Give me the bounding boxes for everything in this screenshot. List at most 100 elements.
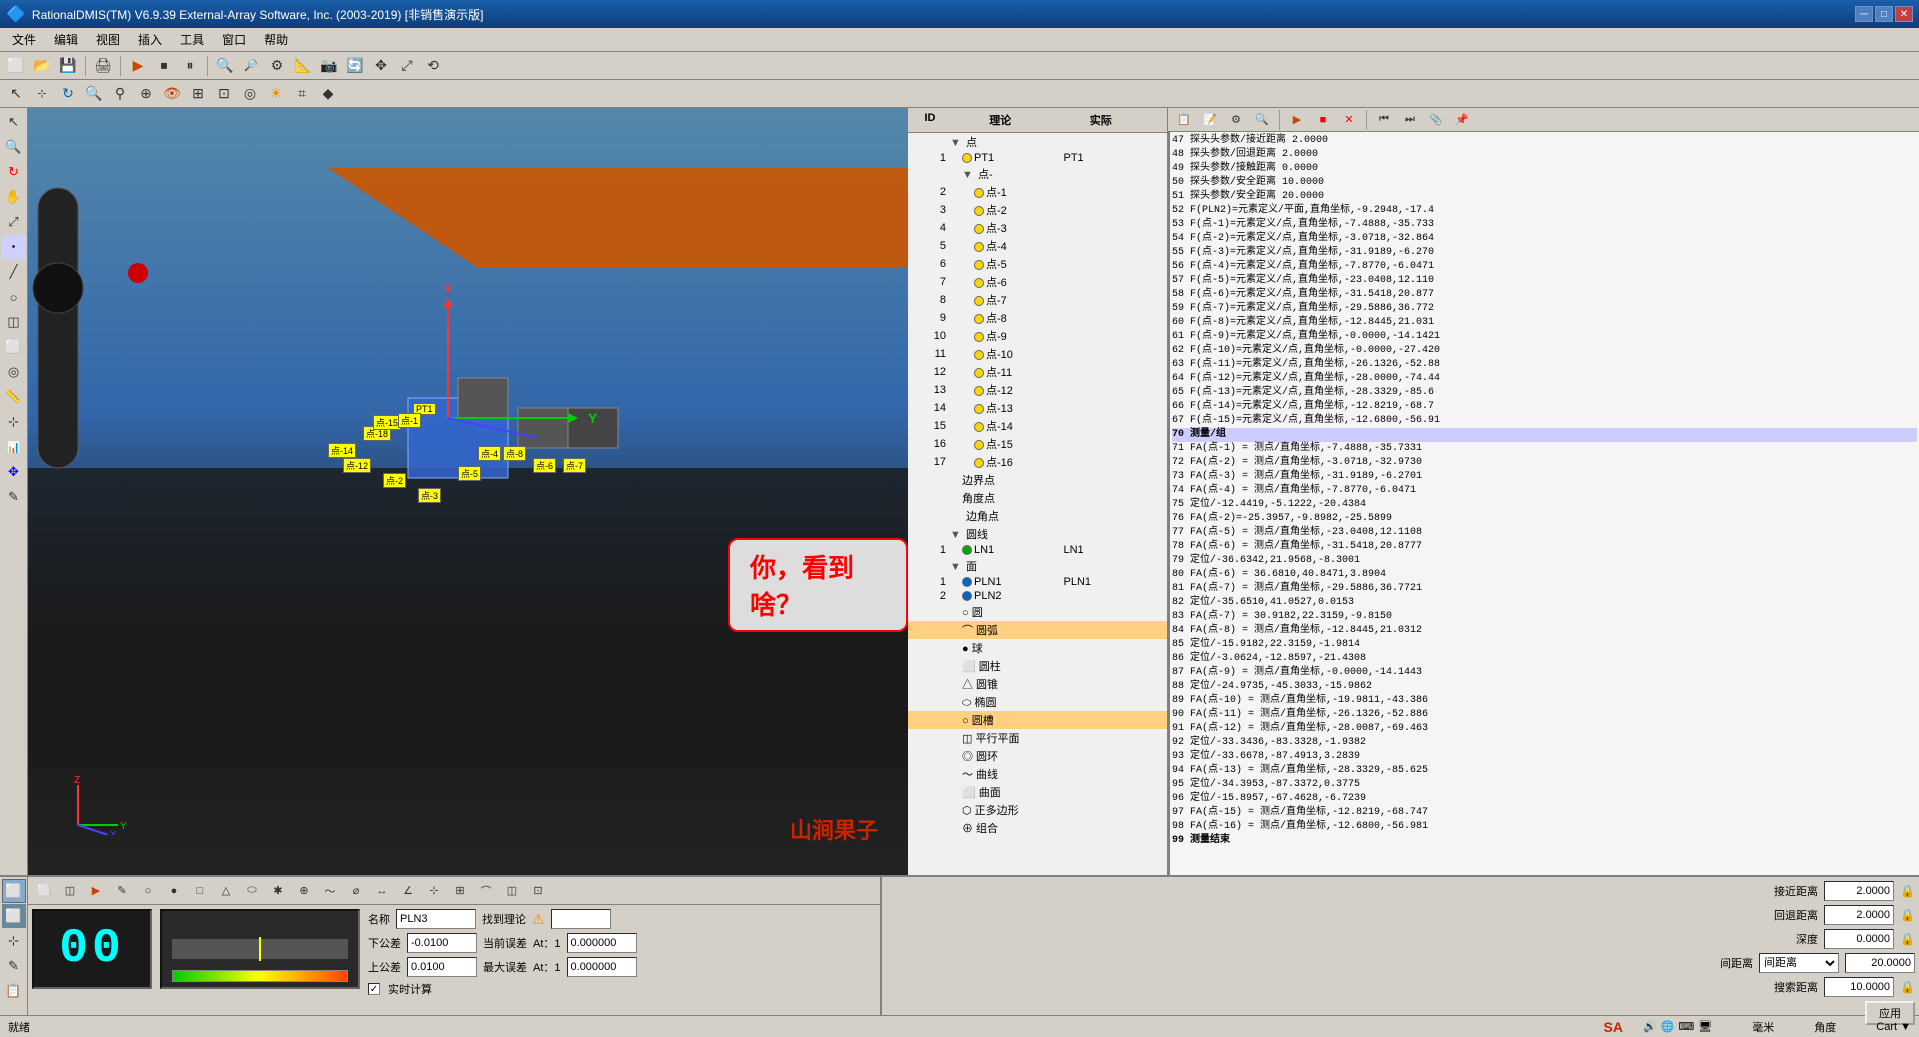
tree-row-polygon[interactable]: ⬡ 正多边形 bbox=[908, 801, 1167, 819]
eyedrop-button[interactable]: 🔍 bbox=[82, 83, 106, 105]
select-button[interactable]: ⊹ bbox=[30, 83, 54, 105]
tree-row-ball[interactable]: ● 球 bbox=[908, 639, 1167, 657]
pause-button[interactable]: ⏸ bbox=[178, 55, 202, 77]
tree-row-p11[interactable]: 11点-10 bbox=[908, 345, 1167, 363]
tree-row-cylinder[interactable]: ⬜ 圆柱 bbox=[908, 657, 1167, 675]
measure-button[interactable]: 📐 bbox=[291, 55, 315, 77]
tree-row-edge[interactable]: 边角点 bbox=[908, 507, 1167, 525]
bi-run[interactable]: ▶ bbox=[84, 880, 108, 902]
tree-row-combo[interactable]: ⊕ 组合 bbox=[908, 819, 1167, 837]
tree-row-p8[interactable]: 8点-7 bbox=[908, 291, 1167, 309]
print-button[interactable]: 🖨 bbox=[91, 55, 115, 77]
transform-button[interactable]: ⟲ bbox=[421, 55, 445, 77]
settings-button[interactable]: ⚙ bbox=[265, 55, 289, 77]
move-button[interactable]: ✥ bbox=[369, 55, 393, 77]
lt-circle[interactable]: ○ bbox=[2, 285, 26, 309]
tree-row-p16[interactable]: 16点-15 bbox=[908, 435, 1167, 453]
layer-button[interactable]: ◎ bbox=[238, 83, 262, 105]
tree-row-ln1[interactable]: 1LN1LN1 bbox=[908, 543, 1167, 557]
lower-tol-input[interactable] bbox=[407, 933, 477, 953]
cursor-button[interactable]: ↖ bbox=[4, 83, 28, 105]
tree-row-slot[interactable]: ○ 圆槽 bbox=[908, 711, 1167, 729]
blt-2[interactable]: ⬜ bbox=[2, 904, 26, 928]
lt-report[interactable]: 📊 bbox=[2, 435, 26, 459]
tree-row-p5[interactable]: 5点-4 bbox=[908, 237, 1167, 255]
light-button[interactable]: ☀ bbox=[264, 83, 288, 105]
tree-row-p7[interactable]: 7点-6 bbox=[908, 273, 1167, 291]
new-button[interactable]: ⬜ bbox=[4, 55, 28, 77]
log-tb-6[interactable]: ⏭ bbox=[1398, 109, 1422, 131]
log-tb-5[interactable]: ⏮ bbox=[1372, 109, 1396, 131]
save-button[interactable]: 💾 bbox=[56, 55, 80, 77]
tree-row-arc[interactable]: ⌒ 圆弧 bbox=[908, 621, 1167, 639]
refresh-button[interactable]: ↻ bbox=[56, 83, 80, 105]
menu-insert[interactable]: 插入 bbox=[130, 29, 170, 50]
bi-rect[interactable]: □ bbox=[188, 880, 212, 902]
bi-dot[interactable]: ● bbox=[162, 880, 186, 902]
bi-scan[interactable]: ⊡ bbox=[526, 880, 550, 902]
scale-button[interactable]: ⤢ bbox=[395, 55, 419, 77]
menu-window[interactable]: 窗口 bbox=[214, 29, 254, 50]
bi-spiral[interactable]: ⌀ bbox=[344, 880, 368, 902]
tree-row-lines[interactable]: ▼ 圆线 bbox=[908, 525, 1167, 543]
realtime-checkbox[interactable] bbox=[368, 983, 380, 995]
bi-star[interactable]: ✱ bbox=[266, 880, 290, 902]
open-button[interactable]: 📂 bbox=[30, 55, 54, 77]
log-panel[interactable]: 47 探头头参数/接近距离 2.0000 48 探头参数/回退距离 2.0000… bbox=[1168, 132, 1919, 875]
blt-3[interactable]: ⊹ bbox=[2, 929, 26, 953]
bi-dim[interactable]: ⊹ bbox=[422, 880, 446, 902]
bi-ellipse[interactable]: ⬭ bbox=[240, 880, 264, 902]
bi-measure[interactable]: ↔ bbox=[370, 880, 394, 902]
log-tb-search[interactable]: 🔍 bbox=[1250, 109, 1274, 131]
tree-row-p13[interactable]: 13点-12 bbox=[908, 381, 1167, 399]
bi-angle[interactable]: ∠ bbox=[396, 880, 420, 902]
lt-rotate[interactable]: ↻ bbox=[2, 160, 26, 184]
rotate-button[interactable]: 🔄 bbox=[343, 55, 367, 77]
tree-row-p17[interactable]: 17点-16 bbox=[908, 453, 1167, 471]
zoom-in-button[interactable]: 🔎 bbox=[239, 55, 263, 77]
tree-row-pln1[interactable]: 1PLN1PLN1 bbox=[908, 575, 1167, 589]
tree-row-planes[interactable]: ▼ 面 bbox=[908, 557, 1167, 575]
log-tb-2[interactable]: 📝 bbox=[1198, 109, 1222, 131]
view3d-button[interactable]: 👁 bbox=[160, 83, 184, 105]
current-error-input[interactable] bbox=[567, 933, 637, 953]
tree-row-p10[interactable]: 10点-9 bbox=[908, 327, 1167, 345]
lt-fit[interactable]: ⤢ bbox=[2, 210, 26, 234]
tree-row-points-sub[interactable]: ▼ 点- bbox=[908, 165, 1167, 183]
bi-wave[interactable]: 〜 bbox=[318, 880, 342, 902]
tree-row-ellipse[interactable]: ⬭ 椭圆 bbox=[908, 693, 1167, 711]
log-tb-8[interactable]: 📌 bbox=[1450, 109, 1474, 131]
lt-dim[interactable]: ⊹ bbox=[2, 410, 26, 434]
tree-row-surface[interactable]: ⬜ 曲面 bbox=[908, 783, 1167, 801]
bi-2[interactable]: ◫ bbox=[58, 880, 82, 902]
lt-move[interactable]: ✥ bbox=[2, 460, 26, 484]
range-input[interactable] bbox=[1845, 953, 1915, 973]
run-button[interactable]: ▶ bbox=[126, 55, 150, 77]
log-tb-7[interactable]: 📎 bbox=[1424, 109, 1448, 131]
log-tb-1[interactable]: 📋 bbox=[1172, 109, 1196, 131]
log-tb-run[interactable]: ▶ bbox=[1285, 109, 1309, 131]
blt-1[interactable]: ⬜ bbox=[2, 879, 26, 903]
menu-edit[interactable]: 编辑 bbox=[46, 29, 86, 50]
lt-sphere[interactable]: ◎ bbox=[2, 360, 26, 384]
max-error-input[interactable] bbox=[567, 957, 637, 977]
bi-cross[interactable]: ⊕ bbox=[292, 880, 316, 902]
tree-row-corner[interactable]: 角度点 bbox=[908, 489, 1167, 507]
tree-row-p6[interactable]: 6点-5 bbox=[908, 255, 1167, 273]
lt-pan[interactable]: ✋ bbox=[2, 185, 26, 209]
grid-button[interactable]: ⊞ bbox=[186, 83, 210, 105]
lt-line[interactable]: ╱ bbox=[2, 260, 26, 284]
menu-help[interactable]: 帮助 bbox=[256, 29, 296, 50]
tree-row-p4[interactable]: 4点-3 bbox=[908, 219, 1167, 237]
align-button[interactable]: ⊕ bbox=[134, 83, 158, 105]
lt-plane[interactable]: ◫ bbox=[2, 310, 26, 334]
tree-row-boundary[interactable]: 边界点 bbox=[908, 471, 1167, 489]
bi-tri[interactable]: △ bbox=[214, 880, 238, 902]
range-select[interactable]: 间距离 角度 bbox=[1759, 953, 1839, 973]
tree-row-parallel-plane[interactable]: ◫ 平行平面 bbox=[908, 729, 1167, 747]
camera-button[interactable]: 📷 bbox=[317, 55, 341, 77]
find-theory-input[interactable] bbox=[551, 909, 611, 929]
tree-row-cone[interactable]: △ 圆锥 bbox=[908, 675, 1167, 693]
solid-button[interactable]: ◆ bbox=[316, 83, 340, 105]
tree-row-p9[interactable]: 9点-8 bbox=[908, 309, 1167, 327]
